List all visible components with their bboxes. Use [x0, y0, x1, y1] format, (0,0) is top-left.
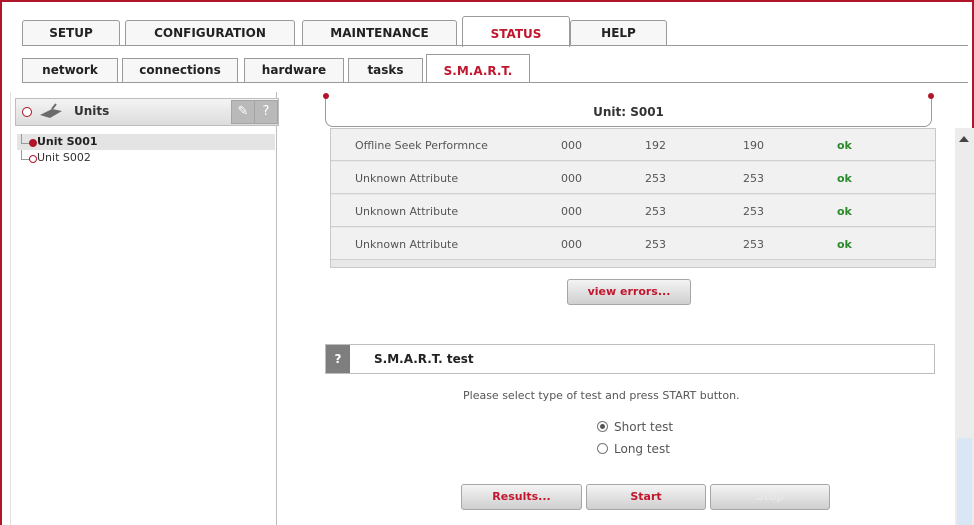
attribute-raw: 000 [561, 172, 582, 185]
tab-status[interactable]: STATUS [462, 16, 570, 47]
pin-icon[interactable] [22, 107, 32, 117]
tree-item-label: Unit S001 [37, 135, 98, 148]
scrollbar[interactable] [955, 128, 974, 525]
attribute-worst: 253 [743, 172, 764, 185]
status-ok: ok [837, 139, 852, 152]
tab-maintenance[interactable]: MAINTENANCE [302, 20, 457, 46]
attribute-worst: 253 [743, 238, 764, 251]
tab-smart[interactable]: S.M.A.R.T. [426, 54, 530, 83]
status-ok: ok [837, 238, 852, 251]
unit-title-bar: Unit: S001 [323, 93, 934, 127]
table-row: Offline Seek Performnce 000 192 190 ok [331, 129, 935, 161]
start-button[interactable]: Start [586, 484, 706, 510]
attribute-worst: 190 [743, 139, 764, 152]
attribute-raw: 000 [561, 139, 582, 152]
attribute-worst: 253 [743, 205, 764, 218]
status-ok: ok [837, 172, 852, 185]
attribute-name: Offline Seek Performnce [355, 139, 488, 152]
radio-unchecked-icon[interactable] [597, 443, 608, 454]
tab-help[interactable]: HELP [570, 20, 667, 46]
smart-test-title: S.M.A.R.T. test [374, 352, 474, 366]
attribute-raw: 000 [561, 238, 582, 251]
tab-connections[interactable]: connections [122, 58, 238, 82]
table-row: Unknown Attribute 000 253 253 ok [331, 195, 935, 227]
sub-tabs-divider [22, 82, 968, 83]
attribute-value: 253 [645, 205, 666, 218]
units-title: Units [74, 104, 110, 118]
table-row: Unknown Attribute 000 253 253 ok [331, 162, 935, 194]
attribute-value: 192 [645, 139, 666, 152]
units-panel: Units ✎ ? Unit S001 Unit S002 [10, 92, 279, 525]
long-test-label: Long test [614, 442, 670, 456]
status-ok: ok [837, 205, 852, 218]
long-test-option[interactable]: Long test [597, 442, 670, 456]
radio-checked-icon[interactable] [597, 421, 608, 432]
unit-node-icon [29, 155, 37, 163]
wrench-icon[interactable]: ✎ [231, 100, 255, 124]
tab-tasks[interactable]: tasks [348, 58, 423, 82]
scrollbar-thumb[interactable] [957, 438, 972, 525]
tree-item-unit-s002[interactable]: Unit S002 [17, 150, 275, 166]
tab-hardware[interactable]: hardware [244, 58, 344, 82]
unit-title: Unit: S001 [593, 105, 664, 119]
help-button[interactable]: ? [254, 100, 278, 124]
tab-configuration[interactable]: CONFIGURATION [125, 20, 295, 46]
attribute-name: Unknown Attribute [355, 238, 459, 251]
stop-button[interactable]: Stop [710, 484, 830, 510]
results-button[interactable]: Results... [461, 484, 582, 510]
attribute-name: Unknown Attribute [355, 172, 459, 185]
tree-item-label: Unit S002 [37, 151, 91, 164]
view-errors-button[interactable]: view errors... [567, 279, 691, 305]
units-header: Units ✎ ? [15, 98, 279, 126]
main-tabs-divider [22, 45, 968, 46]
smart-attributes-table: Offline Seek Performnce 000 192 190 ok U… [330, 128, 936, 268]
attribute-value: 253 [645, 172, 666, 185]
tab-setup[interactable]: SETUP [22, 20, 120, 46]
scroll-up-icon[interactable] [959, 136, 969, 142]
attribute-raw: 000 [561, 205, 582, 218]
tree-item-unit-s001[interactable]: Unit S001 [17, 134, 275, 150]
attribute-name: Unknown Attribute [355, 205, 459, 218]
corner-dot-icon [928, 93, 934, 99]
drive-icon [40, 103, 62, 118]
smart-test-header: ? S.M.A.R.T. test [325, 344, 935, 374]
short-test-option[interactable]: Short test [597, 420, 673, 434]
unit-node-icon [29, 139, 37, 147]
short-test-label: Short test [614, 420, 674, 434]
table-row: Unknown Attribute 000 253 253 ok [331, 228, 935, 260]
help-button[interactable]: ? [326, 345, 350, 373]
attribute-value: 253 [645, 238, 666, 251]
tab-network[interactable]: network [22, 58, 118, 82]
corner-dot-icon [323, 93, 329, 99]
instructions-text: Please select type of test and press STA… [463, 389, 740, 402]
units-tree: Unit S001 Unit S002 [17, 134, 275, 166]
